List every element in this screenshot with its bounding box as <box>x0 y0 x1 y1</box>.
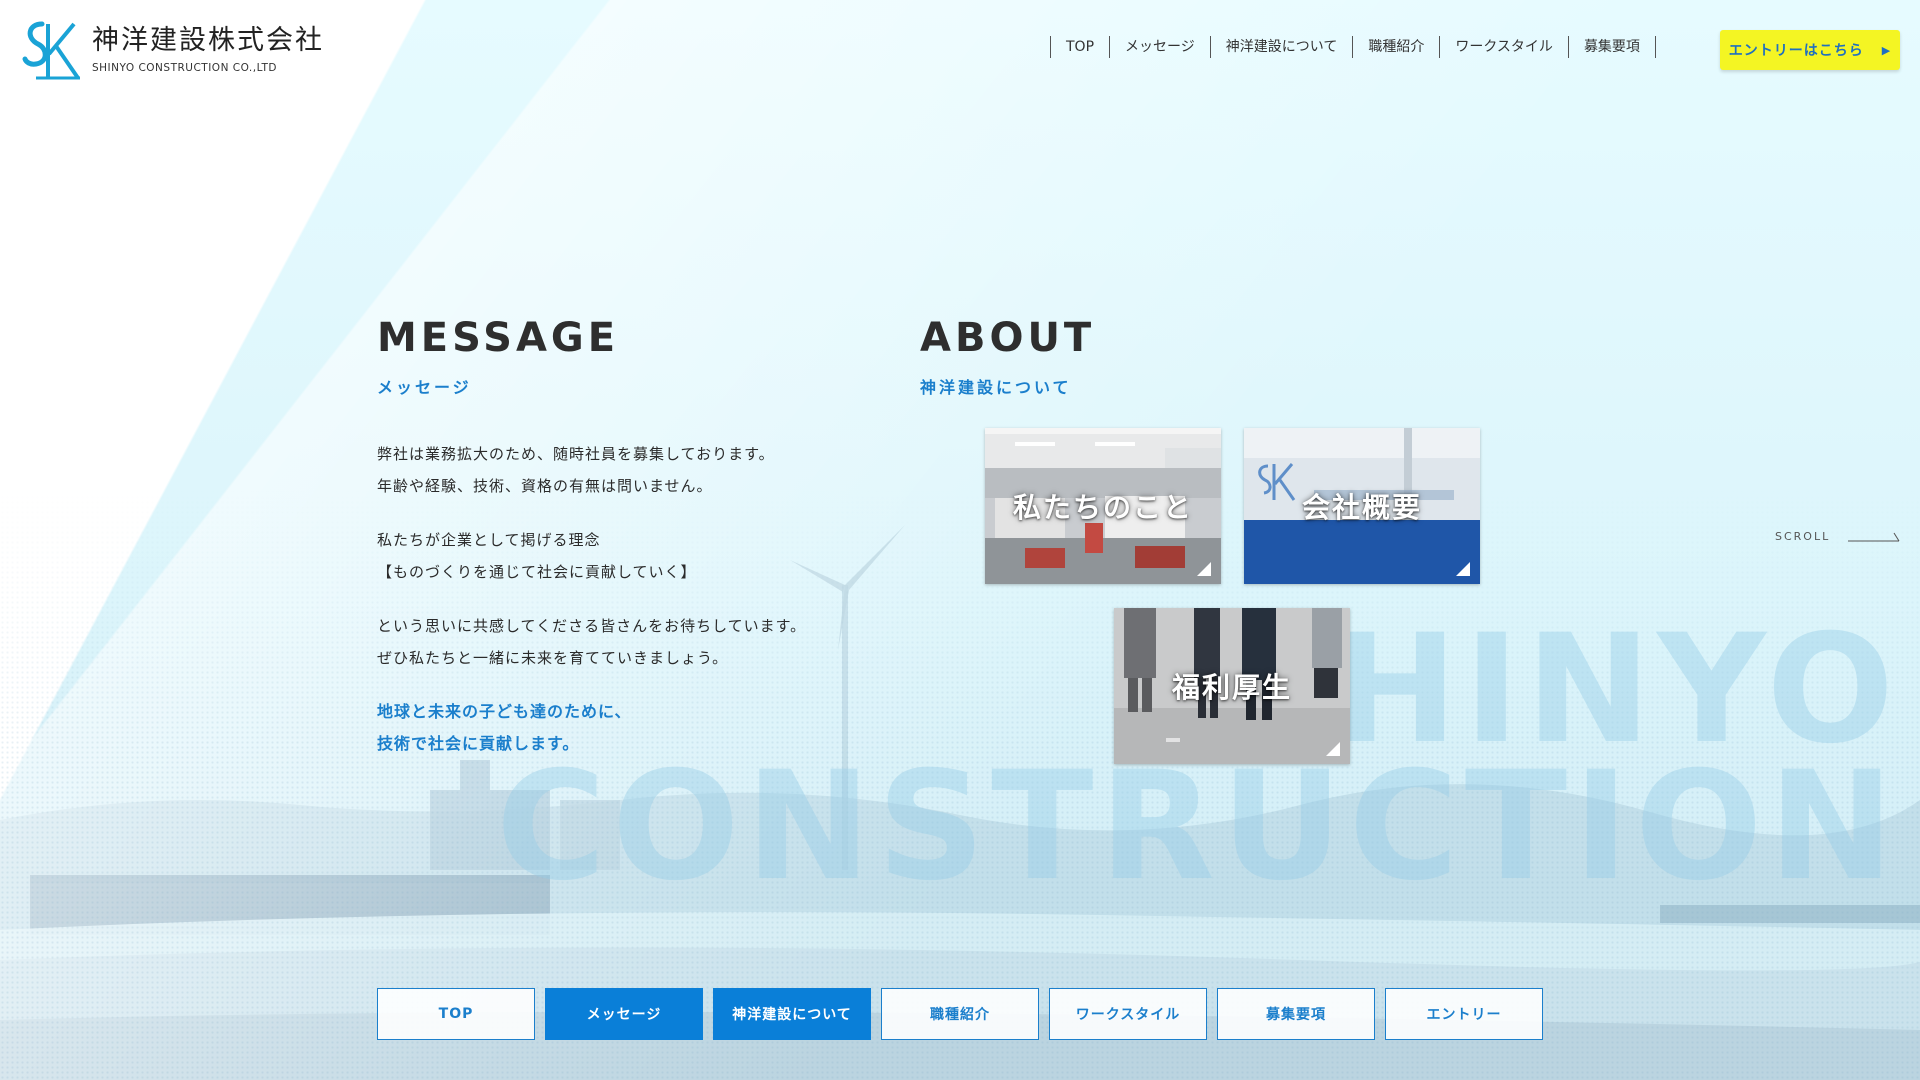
message-slogan: 地球と未来の子ども達のために、 技術で社会に貢献します。 <box>377 696 877 760</box>
about-card-benefits[interactable]: 福利厚生 <box>1114 608 1350 764</box>
about-card-label: 福利厚生 <box>1171 671 1292 704</box>
section-nav-top[interactable]: TOP <box>377 988 535 1040</box>
about-subtitle: 神洋建設について <box>920 378 1072 397</box>
scroll-indicator[interactable]: SCROLL <box>1775 530 1900 543</box>
corner-arrow-icon <box>1326 742 1340 756</box>
entry-button[interactable]: エントリーはこちら ▶ <box>1720 30 1900 70</box>
gnav-item-recruit[interactable]: 募集要項 <box>1567 36 1656 58</box>
site-header: 神洋建設株式会社 SHINYO CONSTRUCTION CO.,LTD TOP… <box>0 0 1920 100</box>
about-card-company-profile[interactable]: 会社概要 <box>1244 428 1480 584</box>
corner-arrow-icon <box>1197 562 1211 576</box>
watermark-construction: CONSTRUCTION <box>495 740 1900 914</box>
about-section: ABOUT 神洋建設について <box>920 318 1095 398</box>
message-line: 【ものづくりを通じて社会に貢献していく】 <box>377 563 697 581</box>
background-dot-pattern <box>0 0 1920 1080</box>
about-card-label: 私たちのこと <box>1012 491 1193 524</box>
message-paragraph: 弊社は業務拡大のため、随時社員を募集しております。 年齢や経験、技術、資格の有無… <box>377 438 877 502</box>
message-line: 私たちが企業として掲げる理念 <box>377 531 601 549</box>
site-logo[interactable]: 神洋建設株式会社 SHINYO CONSTRUCTION CO.,LTD <box>18 18 324 82</box>
slogan-line: 地球と未来の子ども達のために、 <box>377 702 632 721</box>
about-title: ABOUT <box>920 315 1096 361</box>
gnav-item-jobs[interactable]: 職種紹介 <box>1352 36 1439 58</box>
message-paragraph: という思いに共感してくださる皆さんをお待ちしています。 ぜひ私たちと一緒に未来を… <box>377 610 877 674</box>
message-subtitle: メッセージ <box>377 378 472 397</box>
gnav-item-workstyle[interactable]: ワークスタイル <box>1439 36 1568 58</box>
gnav-item-top[interactable]: TOP <box>1050 36 1109 58</box>
section-nav-message[interactable]: メッセージ <box>545 988 703 1040</box>
message-line: という思いに共感してくださる皆さんをお待ちしています。 <box>377 617 807 635</box>
section-nav-entry[interactable]: エントリー <box>1385 988 1543 1040</box>
section-nav-recruit[interactable]: 募集要項 <box>1217 988 1375 1040</box>
section-nav-about[interactable]: 神洋建設について <box>713 988 871 1040</box>
company-name-en: SHINYO CONSTRUCTION CO.,LTD <box>92 61 278 74</box>
sk-logo-icon <box>22 21 80 80</box>
message-paragraph: 私たちが企業として掲げる理念 【ものづくりを通じて社会に貢献していく】 <box>377 524 877 588</box>
entry-button-label: エントリーはこちら <box>1728 43 1864 59</box>
scroll-label: SCROLL <box>1775 530 1831 543</box>
corner-arrow-icon <box>1456 562 1470 576</box>
play-arrow-icon: ▶ <box>1881 43 1892 57</box>
about-card-our-story[interactable]: 私たちのこと <box>985 428 1221 584</box>
scroll-arrow-icon <box>1848 532 1900 541</box>
page-background: SHINYO CONSTRUCTION <box>0 0 1920 1080</box>
section-nav-jobs[interactable]: 職種紹介 <box>881 988 1039 1040</box>
gnav-item-message[interactable]: メッセージ <box>1109 36 1210 58</box>
message-line: 弊社は業務拡大のため、随時社員を募集しております。 <box>377 445 775 463</box>
message-title: MESSAGE <box>377 315 620 361</box>
message-section: MESSAGE メッセージ 弊社は業務拡大のため、随時社員を募集しております。 … <box>377 318 877 760</box>
section-nav-workstyle[interactable]: ワークスタイル <box>1049 988 1207 1040</box>
message-line: 年齢や経験、技術、資格の有無は問いません。 <box>377 477 713 495</box>
about-card-label: 会社概要 <box>1301 491 1422 524</box>
section-nav: TOP メッセージ 神洋建設について 職種紹介 ワークスタイル 募集要項 エント… <box>377 988 1553 1040</box>
message-line: ぜひ私たちと一緒に未来を育てていきましょう。 <box>377 649 729 667</box>
company-name: 神洋建設株式会社 <box>92 25 324 57</box>
global-nav: TOP メッセージ 神洋建設について 職種紹介 ワークスタイル 募集要項 <box>1050 36 1656 58</box>
slogan-line: 技術で社会に貢献します。 <box>377 734 580 753</box>
gnav-item-about[interactable]: 神洋建設について <box>1209 36 1353 58</box>
